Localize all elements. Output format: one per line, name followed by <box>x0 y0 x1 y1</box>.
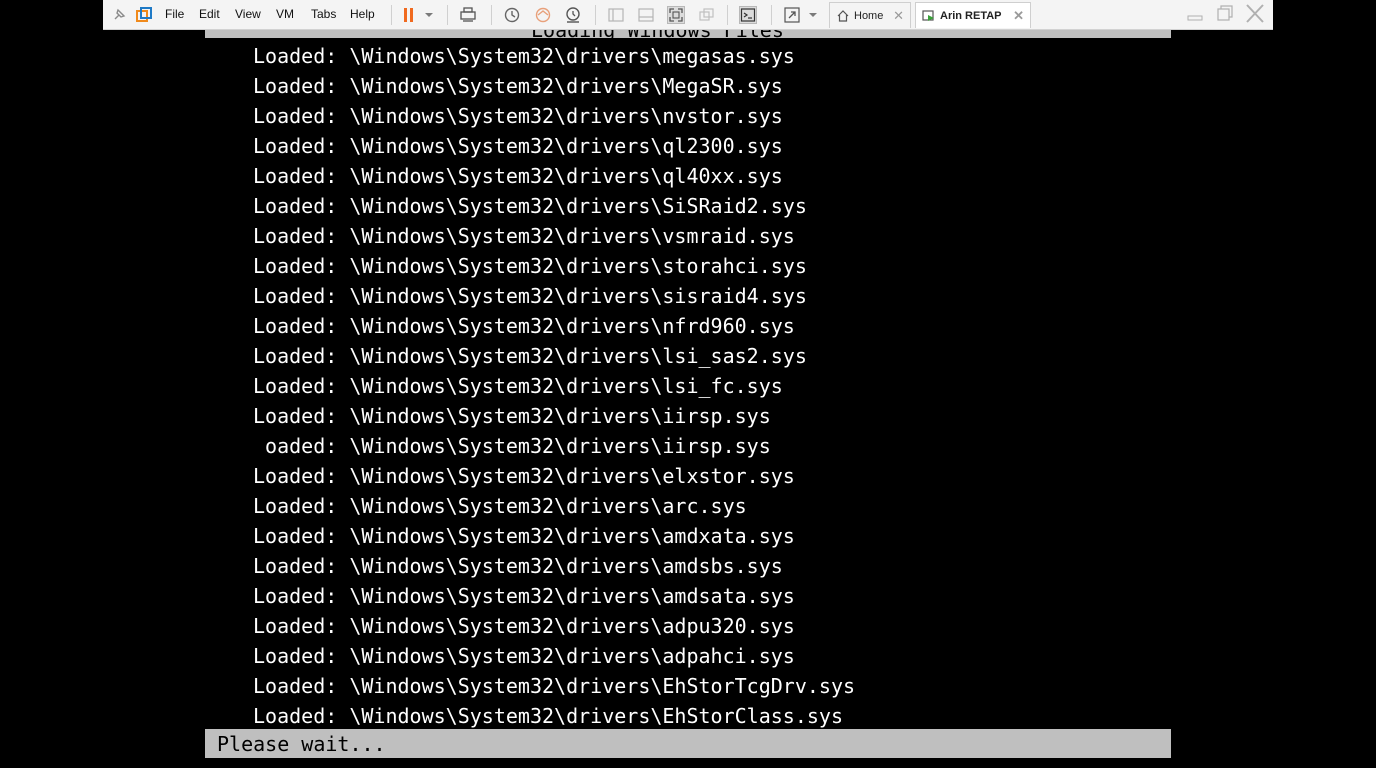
full-screen-icon[interactable] <box>667 6 685 24</box>
restore-button[interactable] <box>1212 3 1238 25</box>
console-line: Loaded: \Windows\System32\drivers\adpahc… <box>253 644 795 668</box>
loading-header-bar: Loading Windows Files <box>205 30 1171 38</box>
console-line: Loaded: \Windows\System32\drivers\ql40xx… <box>253 164 783 188</box>
menu-vm[interactable]: VM <box>276 7 294 21</box>
console-line: Loaded: \Windows\System32\drivers\storah… <box>253 254 807 278</box>
menu-file[interactable]: File <box>165 7 184 21</box>
console-line: Loaded: \Windows\System32\drivers\MegaSR… <box>253 74 783 98</box>
status-text: Please wait... <box>217 732 386 756</box>
close-icon[interactable]: ✕ <box>893 8 904 24</box>
snapshot-manager-icon[interactable] <box>564 6 582 24</box>
console-line: oaded: \Windows\System32\drivers\iirsp.s… <box>253 434 771 458</box>
pin-icon[interactable] <box>110 6 128 24</box>
stretch-guest-icon[interactable] <box>783 6 801 24</box>
vmware-logo-icon[interactable] <box>135 6 153 24</box>
toolbar-divider <box>595 5 596 25</box>
revert-snapshot-icon[interactable] <box>534 6 552 24</box>
vmware-toolbar: File Edit View VM Tabs Help Home ✕ Arin … <box>103 0 1273 30</box>
chevron-down-icon[interactable] <box>423 6 435 24</box>
tab-label: Home <box>854 9 884 22</box>
menu-view[interactable]: View <box>235 7 261 21</box>
status-bar: Please wait... <box>205 729 1171 758</box>
close-window-button[interactable] <box>1242 3 1268 25</box>
tab-label: Arin RETAP <box>940 9 1002 22</box>
menu-help[interactable]: Help <box>350 7 375 21</box>
console-line: Loaded: \Windows\System32\drivers\adpu32… <box>253 614 795 638</box>
vm-console[interactable]: Loading Windows Files Loaded: \Windows\S… <box>205 30 1171 758</box>
show-library-icon[interactable] <box>607 6 625 24</box>
send-ctrl-alt-del-icon[interactable] <box>459 6 477 24</box>
console-line: Loaded: \Windows\System32\drivers\SiSRai… <box>253 194 807 218</box>
toolbar-divider <box>771 5 772 25</box>
console-view-icon[interactable] <box>739 6 757 24</box>
console-line: Loaded: \Windows\System32\drivers\amdsbs… <box>253 554 783 578</box>
console-line: Loaded: \Windows\System32\drivers\elxsto… <box>253 464 795 488</box>
menu-edit[interactable]: Edit <box>199 7 220 21</box>
take-snapshot-icon[interactable] <box>503 6 521 24</box>
toolbar-divider <box>727 5 728 25</box>
console-line: Loaded: \Windows\System32\drivers\lsi_fc… <box>253 374 783 398</box>
toolbar-divider <box>391 5 392 25</box>
unity-icon[interactable] <box>697 6 715 24</box>
pause-icon[interactable] <box>400 6 418 24</box>
console-line: Loaded: \Windows\System32\drivers\megasa… <box>253 44 795 68</box>
console-line: Loaded: \Windows\System32\drivers\nvstor… <box>253 104 783 128</box>
toolbar-divider <box>491 5 492 25</box>
console-line: Loaded: \Windows\System32\drivers\sisrai… <box>253 284 807 308</box>
menu-tabs[interactable]: Tabs <box>311 7 336 21</box>
loading-header-text: Loading Windows Files <box>531 30 784 38</box>
console-line: Loaded: \Windows\System32\drivers\ql2300… <box>253 134 783 158</box>
console-line: Loaded: \Windows\System32\drivers\nfrd96… <box>253 314 795 338</box>
home-icon <box>837 9 849 22</box>
minimize-button[interactable] <box>1182 3 1208 25</box>
console-line: Loaded: \Windows\System32\drivers\arc.sy… <box>253 494 747 518</box>
console-line: Loaded: \Windows\System32\drivers\EhStor… <box>253 704 844 728</box>
thumbnail-bar-icon[interactable] <box>637 6 655 24</box>
console-line: Loaded: \Windows\System32\drivers\EhStor… <box>253 674 856 698</box>
close-icon[interactable]: ✕ <box>1013 8 1024 24</box>
toolbar-divider <box>447 5 448 25</box>
console-line: Loaded: \Windows\System32\drivers\vsmrai… <box>253 224 795 248</box>
chevron-down-icon[interactable] <box>807 6 819 24</box>
console-line: Loaded: \Windows\System32\drivers\lsi_sa… <box>253 344 807 368</box>
console-line: Loaded: \Windows\System32\drivers\amdxat… <box>253 524 795 548</box>
tab-vm[interactable]: Arin RETAP ✕ <box>915 2 1031 28</box>
vm-running-icon <box>922 9 934 21</box>
console-line: Loaded: \Windows\System32\drivers\iirsp.… <box>253 404 771 428</box>
console-line: Loaded: \Windows\System32\drivers\amdsat… <box>253 584 795 608</box>
tab-home[interactable]: Home ✕ <box>829 2 911 28</box>
